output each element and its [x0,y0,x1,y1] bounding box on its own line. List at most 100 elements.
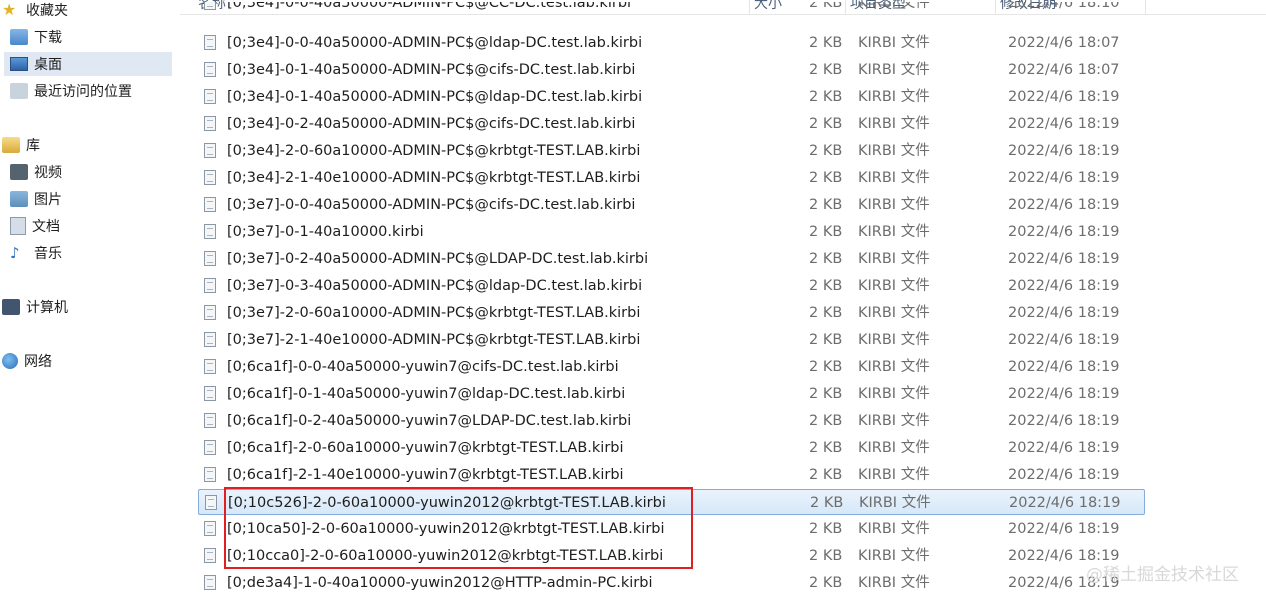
nav-music[interactable]: ♪ 音乐 [10,241,62,265]
file-row[interactable]: [0;3e4]-0-1-40a50000-ADMIN-PC$@cifs-DC.t… [198,57,1145,83]
file-size: 2 KB [809,467,843,483]
file-row[interactable]: [0;3e4]-2-1-40e10000-ADMIN-PC$@krbtgt-TE… [198,165,1145,191]
file-type: KIRBI 文件 [858,224,930,240]
file-row[interactable]: [0;10cca0]-2-0-60a10000-yuwin2012@krbtgt… [198,543,1145,569]
nav-music-label: 音乐 [34,246,62,262]
file-name: [0;3e4]-0-0-40a50000-ADMIN-PC$@CC-DC.tes… [227,2,632,11]
file-size: 2 KB [809,116,843,132]
file-row[interactable]: [0;3e7]-2-0-60a10000-ADMIN-PC$@krbtgt-TE… [198,300,1145,326]
file-size: 2 KB [809,197,843,213]
file-type: KIRBI 文件 [858,251,930,267]
file-date: 2022/4/6 18:19 [1008,521,1120,537]
nav-network[interactable]: 网络 [2,349,52,373]
file-name: [0;6ca1f]-0-2-40a50000-yuwin7@LDAP-DC.te… [227,413,632,429]
nav-desktop[interactable]: 桌面 [4,52,172,76]
file-size: 2 KB [809,332,843,348]
file-name: [0;3e7]-0-3-40a50000-ADMIN-PC$@ldap-DC.t… [227,278,643,294]
nav-network-label: 网络 [24,354,52,370]
file-list: 名称 大小 项目类型 修改日期 [0;3e4]-0-0-40a50000-ADM… [180,0,1266,601]
nav-favorites[interactable]: ★ 收藏夹 [2,0,68,22]
nav-videos-label: 视频 [34,165,62,181]
file-size: 2 KB [809,413,843,429]
file-row[interactable]: [0;3e4]-0-2-40a50000-ADMIN-PC$@cifs-DC.t… [198,111,1145,137]
file-icon [204,170,216,185]
file-icon [204,224,216,239]
file-type: KIRBI 文件 [858,467,930,483]
file-type: KIRBI 文件 [858,548,930,564]
file-icon [204,143,216,158]
file-name: [0;10cca0]-2-0-60a10000-yuwin2012@krbtgt… [227,548,664,564]
file-type: KIRBI 文件 [858,170,930,186]
file-row[interactable]: [0;3e7]-0-3-40a50000-ADMIN-PC$@ldap-DC.t… [198,273,1145,299]
file-name: [0;3e4]-0-0-40a50000-ADMIN-PC$@ldap-DC.t… [227,35,643,51]
nav-pictures-label: 图片 [34,192,62,208]
file-icon [204,305,216,320]
nav-pictures[interactable]: 图片 [10,187,62,211]
file-row[interactable]: [0;3e7]-0-2-40a50000-ADMIN-PC$@LDAP-DC.t… [198,246,1145,272]
file-row[interactable]: [0;de3a4]-1-0-40a10000-yuwin2012@HTTP-ad… [198,570,1145,596]
file-type: KIRBI 文件 [858,116,930,132]
nav-favorites-label: 收藏夹 [26,3,68,19]
file-size: 2 KB [810,495,844,511]
file-row[interactable]: [0;3e4]-0-0-40a50000-ADMIN-PC$@ldap-DC.t… [198,30,1145,56]
file-name: [0;3e4]-0-2-40a50000-ADMIN-PC$@cifs-DC.t… [227,116,636,132]
nav-computer-label: 计算机 [26,300,68,316]
file-size: 2 KB [809,143,843,159]
nav-recent-label: 最近访问的位置 [34,84,132,100]
file-type: KIRBI 文件 [858,89,930,105]
file-name: [0;6ca1f]-0-0-40a50000-yuwin7@cifs-DC.te… [227,359,619,375]
file-type: KIRBI 文件 [858,413,930,429]
file-size: 2 KB [809,305,843,321]
file-size: 2 KB [809,62,843,78]
network-icon [2,353,18,369]
file-name: [0;3e4]-0-1-40a50000-ADMIN-PC$@cifs-DC.t… [227,62,636,78]
nav-videos[interactable]: 视频 [10,160,62,184]
file-row[interactable]: [0;6ca1f]-0-0-40a50000-yuwin7@cifs-DC.te… [198,354,1145,380]
file-date: 2022/4/6 18:19 [1008,440,1120,456]
file-row[interactable]: [0;3e7]-0-1-40a10000.kirbi 2 KB KIRBI 文件 20… [198,219,1145,245]
file-icon [204,386,216,401]
nav-documents[interactable]: 文档 [10,214,60,238]
file-row[interactable]: [0;3e4]-0-1-40a50000-ADMIN-PC$@ldap-DC.t… [198,84,1145,110]
file-row[interactable]: [0;6ca1f]-0-1-40a50000-yuwin7@ldap-DC.te… [198,381,1145,407]
file-icon [204,548,216,563]
file-row[interactable]: [0;6ca1f]-2-1-40e10000-yuwin7@krbtgt-TES… [198,462,1145,488]
file-date: 2022/4/6 18:19 [1008,413,1120,429]
file-row-partial[interactable]: [0;3e4]-0-0-40a50000-ADMIN-PC$@CC-DC.tes… [198,2,1145,16]
pictures-icon [10,191,28,207]
file-row[interactable]: [0;10c526]-2-0-60a10000-yuwin2012@krbtgt… [198,489,1145,515]
file-row[interactable]: [0;3e4]-2-0-60a10000-ADMIN-PC$@krbtgt-TE… [198,138,1145,164]
file-date: 2022/4/6 18:19 [1009,495,1121,511]
file-icon [204,35,216,50]
file-date: 2022/4/6 18:19 [1008,197,1120,213]
nav-computer[interactable]: 计算机 [2,295,68,319]
file-size: 2 KB [809,521,843,537]
file-name: [0;3e7]-2-0-60a10000-ADMIN-PC$@krbtgt-TE… [227,305,641,321]
file-name: [0;6ca1f]-2-0-60a10000-yuwin7@krbtgt-TES… [227,440,624,456]
file-icon [204,521,216,536]
file-date: 2022/4/6 18:07 [1008,62,1120,78]
file-date: 2022/4/6 18:19 [1008,170,1120,186]
file-date: 2022/4/6 18:19 [1008,332,1120,348]
file-size: 2 KB [809,35,843,51]
video-icon [10,164,28,180]
file-row[interactable]: [0;10ca50]-2-0-60a10000-yuwin2012@krbtgt… [198,516,1145,542]
file-date: 2022/4/6 18:19 [1008,386,1120,402]
nav-libraries[interactable]: 库 [2,133,40,157]
file-row[interactable]: [0;6ca1f]-2-0-60a10000-yuwin7@krbtgt-TES… [198,435,1145,461]
file-name: [0;de3a4]-1-0-40a10000-yuwin2012@HTTP-ad… [227,575,653,591]
file-size: 2 KB [809,548,843,564]
file-icon [204,116,216,131]
file-date: 2022/4/6 18:19 [1008,116,1120,132]
nav-downloads[interactable]: 下载 [10,25,62,49]
file-row[interactable]: [0;6ca1f]-0-2-40a50000-yuwin7@LDAP-DC.te… [198,408,1145,434]
file-icon [204,89,216,104]
file-size: 2 KB [809,278,843,294]
file-date: 2022/4/6 18:19 [1008,359,1120,375]
file-size: 2 KB [809,440,843,456]
file-row[interactable]: [0;3e7]-2-1-40e10000-ADMIN-PC$@krbtgt-TE… [198,327,1145,353]
nav-recent-places[interactable]: 最近访问的位置 [10,79,132,103]
downloads-folder-icon [10,29,28,45]
file-row[interactable]: [0;3e7]-0-0-40a50000-ADMIN-PC$@cifs-DC.t… [198,192,1145,218]
file-type: KIRBI 文件 [858,278,930,294]
